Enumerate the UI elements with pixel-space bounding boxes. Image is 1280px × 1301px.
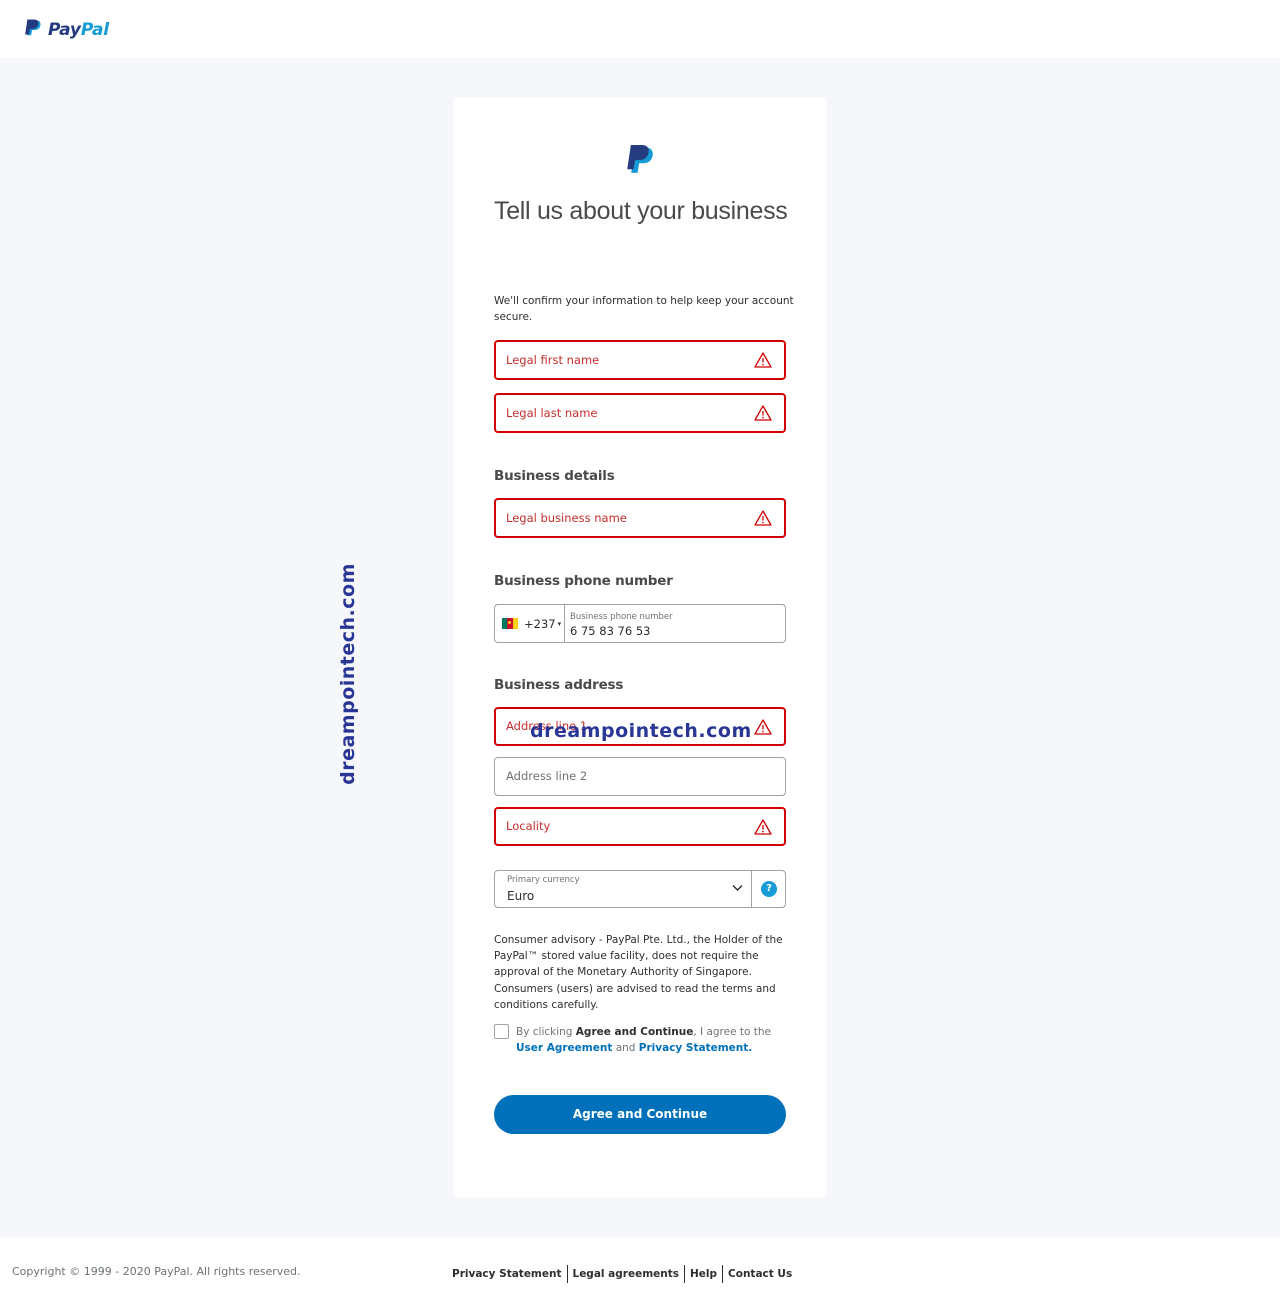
divider: [722, 1265, 724, 1283]
last-name-placeholder: Legal last name: [506, 406, 598, 420]
watermark-vertical-text: dreampointech.com: [337, 563, 359, 785]
page-subtitle: We'll confirm your information to help k…: [494, 295, 794, 323]
cameroon-flag-icon: [502, 618, 518, 629]
footer-link-help[interactable]: Help: [690, 1268, 717, 1280]
currency-value: Euro: [507, 889, 535, 903]
divider: [684, 1265, 685, 1283]
consent-text: By clicking Agree and Continue, I agree …: [516, 1024, 786, 1056]
privacy-statement-link[interactable]: Privacy Statement: [639, 1042, 749, 1054]
chevron-down-icon: [732, 885, 743, 891]
address-heading: Business address: [494, 677, 624, 693]
consent-bold: Agree and Continue: [575, 1026, 694, 1038]
help-icon[interactable]: ?: [761, 881, 777, 897]
paypal-p-icon: [627, 145, 653, 173]
locality-field[interactable]: Locality: [494, 807, 786, 846]
consent-prefix: By clicking: [516, 1026, 576, 1038]
footer-links: Privacy Statement Legal agreements Help …: [452, 1265, 792, 1283]
currency-select[interactable]: Primary currency Euro: [495, 871, 752, 907]
last-name-field[interactable]: Legal last name: [494, 393, 786, 433]
page-title: Tell us about your business: [494, 197, 788, 225]
business-name-placeholder: Legal business name: [506, 511, 627, 525]
user-agreement-link[interactable]: User Agreement: [516, 1042, 612, 1054]
consent-end: .: [748, 1042, 753, 1055]
warning-icon: [754, 719, 772, 735]
divider: [566, 1265, 568, 1283]
locality-placeholder: Locality: [506, 819, 551, 833]
agree-checkbox[interactable]: [494, 1024, 509, 1039]
copyright: Copyright © 1999 - 2020 PayPal. All righ…: [12, 1265, 301, 1278]
currency-label: Primary currency: [507, 875, 580, 885]
phone-label: Business phone number: [570, 612, 673, 622]
footer-link-privacy[interactable]: Privacy Statement: [452, 1268, 562, 1280]
consumer-advisory: Consumer advisory - PayPal Pte. Ltd., th…: [494, 934, 783, 1011]
phone-field: +237 ▾ Business phone number 6 75 83 76 …: [494, 604, 786, 643]
signup-card: Tell us about your business We'll confir…: [454, 98, 826, 1197]
currency-field: Primary currency Euro ?: [494, 870, 786, 908]
footer-link-legal[interactable]: Legal agreements: [573, 1268, 680, 1280]
warning-icon: [754, 405, 772, 421]
business-name-field[interactable]: Legal business name: [494, 498, 786, 538]
brand-pay-text: Pay: [48, 20, 81, 40]
footer-link-contact[interactable]: Contact Us: [728, 1268, 792, 1280]
business-details-heading: Business details: [494, 468, 615, 484]
brand-pal-text: Pal: [80, 20, 109, 40]
paypal-p-icon: [25, 19, 41, 36]
address-line2-field[interactable]: Address line 2: [494, 757, 786, 796]
phone-heading: Business phone number: [494, 573, 673, 589]
warning-icon: [754, 819, 772, 835]
agree-continue-button[interactable]: Agree and Continue: [494, 1095, 786, 1134]
caret-down-icon: ▾: [557, 619, 562, 628]
footer: Copyright © 1999 - 2020 PayPal. All righ…: [0, 1237, 1280, 1301]
country-code: +237: [524, 616, 556, 631]
first-name-placeholder: Legal first name: [506, 353, 600, 367]
paypal-logo[interactable]: PayPal: [24, 18, 109, 42]
warning-icon: [754, 352, 772, 368]
phone-input[interactable]: 6 75 83 76 53: [570, 624, 650, 638]
watermark-text: dreampointech.com: [530, 720, 752, 742]
top-bar: PayPal: [0, 0, 1280, 58]
first-name-field[interactable]: Legal first name: [494, 340, 786, 380]
consent-and: and: [612, 1042, 639, 1055]
consent-middle: , I agree to the: [693, 1026, 772, 1038]
address-line2-placeholder: Address line 2: [506, 769, 588, 783]
warning-icon: [754, 510, 772, 526]
country-code-select[interactable]: +237 ▾: [495, 605, 565, 642]
